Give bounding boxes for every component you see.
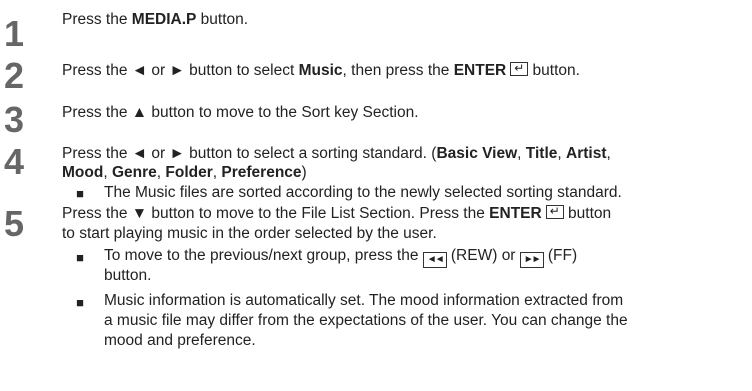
text: To move to the previous/next group, pres… <box>104 247 423 264</box>
text: Press the ▼ button to move to the File L… <box>62 205 490 222</box>
text: , then press the <box>342 62 454 79</box>
step-4-note: The Music files are sorted according to … <box>104 184 622 201</box>
text: button. <box>528 62 580 79</box>
step-1-text: Press the MEDIA.P button. <box>62 10 248 30</box>
bold-text: Genre <box>111 164 157 181</box>
bold-text: Preference <box>221 164 302 181</box>
bold-text: Music <box>298 62 343 79</box>
bold-text: Mood <box>62 164 104 181</box>
step-5-note-1: To move to the previous/next group, pres… <box>104 246 577 268</box>
text: (FF) <box>543 247 578 264</box>
step-2-text: Press the ◄ or ► button to select Music,… <box>62 59 580 81</box>
step-3-text: Press the ▲ button to move to the Sort k… <box>62 104 419 121</box>
text: Press the <box>62 11 132 28</box>
rewind-icon: ◄◄ <box>422 252 447 268</box>
bullet-marker: ■ <box>76 250 84 265</box>
step-5-text: Press the ▼ button to move to the File L… <box>62 202 612 224</box>
step-number-4: 4 <box>4 141 25 182</box>
step-number-5: 5 <box>4 203 25 244</box>
step-number-3: 3 <box>4 99 25 140</box>
step-4-text-line2: Mood, Genre, Folder, Preference) <box>62 163 307 183</box>
bold-text: ENTER <box>489 205 542 222</box>
text: button <box>563 205 612 222</box>
step-5-note-2-line3: mood and preference. <box>104 332 256 349</box>
bold-text: Title <box>525 145 558 162</box>
text: ) <box>301 164 307 181</box>
step-5-note-1-line2: button. <box>104 267 152 284</box>
text: , <box>103 164 112 181</box>
fast-forward-icon: ►► <box>519 252 544 268</box>
bullet-marker: ■ <box>76 295 84 310</box>
step-5-note-2: Music information is automatically set. … <box>104 292 624 309</box>
bold-text: ENTER <box>453 62 507 79</box>
bullet-marker: ■ <box>76 186 84 201</box>
text: , <box>557 145 567 162</box>
enter-icon <box>510 59 529 77</box>
bold-text: Artist <box>566 145 607 162</box>
text: Press the ◄ or ► button to select a sort… <box>62 145 437 162</box>
bold-text: MEDIA.P <box>131 11 197 28</box>
text: Press the ◄ or ► button to select <box>62 62 299 79</box>
bold-text: Folder <box>165 164 213 181</box>
text: button. <box>196 11 249 28</box>
step-number-2: 2 <box>4 55 25 96</box>
step-4-text: Press the ◄ or ► button to select a sort… <box>62 144 611 164</box>
text: (REW) or <box>446 247 520 264</box>
text: , <box>517 145 526 162</box>
text: , <box>606 145 611 162</box>
bold-text: Basic View <box>436 145 518 162</box>
step-5-note-2-line2: a music file may differ from the expecta… <box>104 312 628 329</box>
step-5-text-line2: to start playing music in the order sele… <box>62 225 437 242</box>
step-number-1: 1 <box>4 13 25 54</box>
enter-icon <box>545 202 564 220</box>
